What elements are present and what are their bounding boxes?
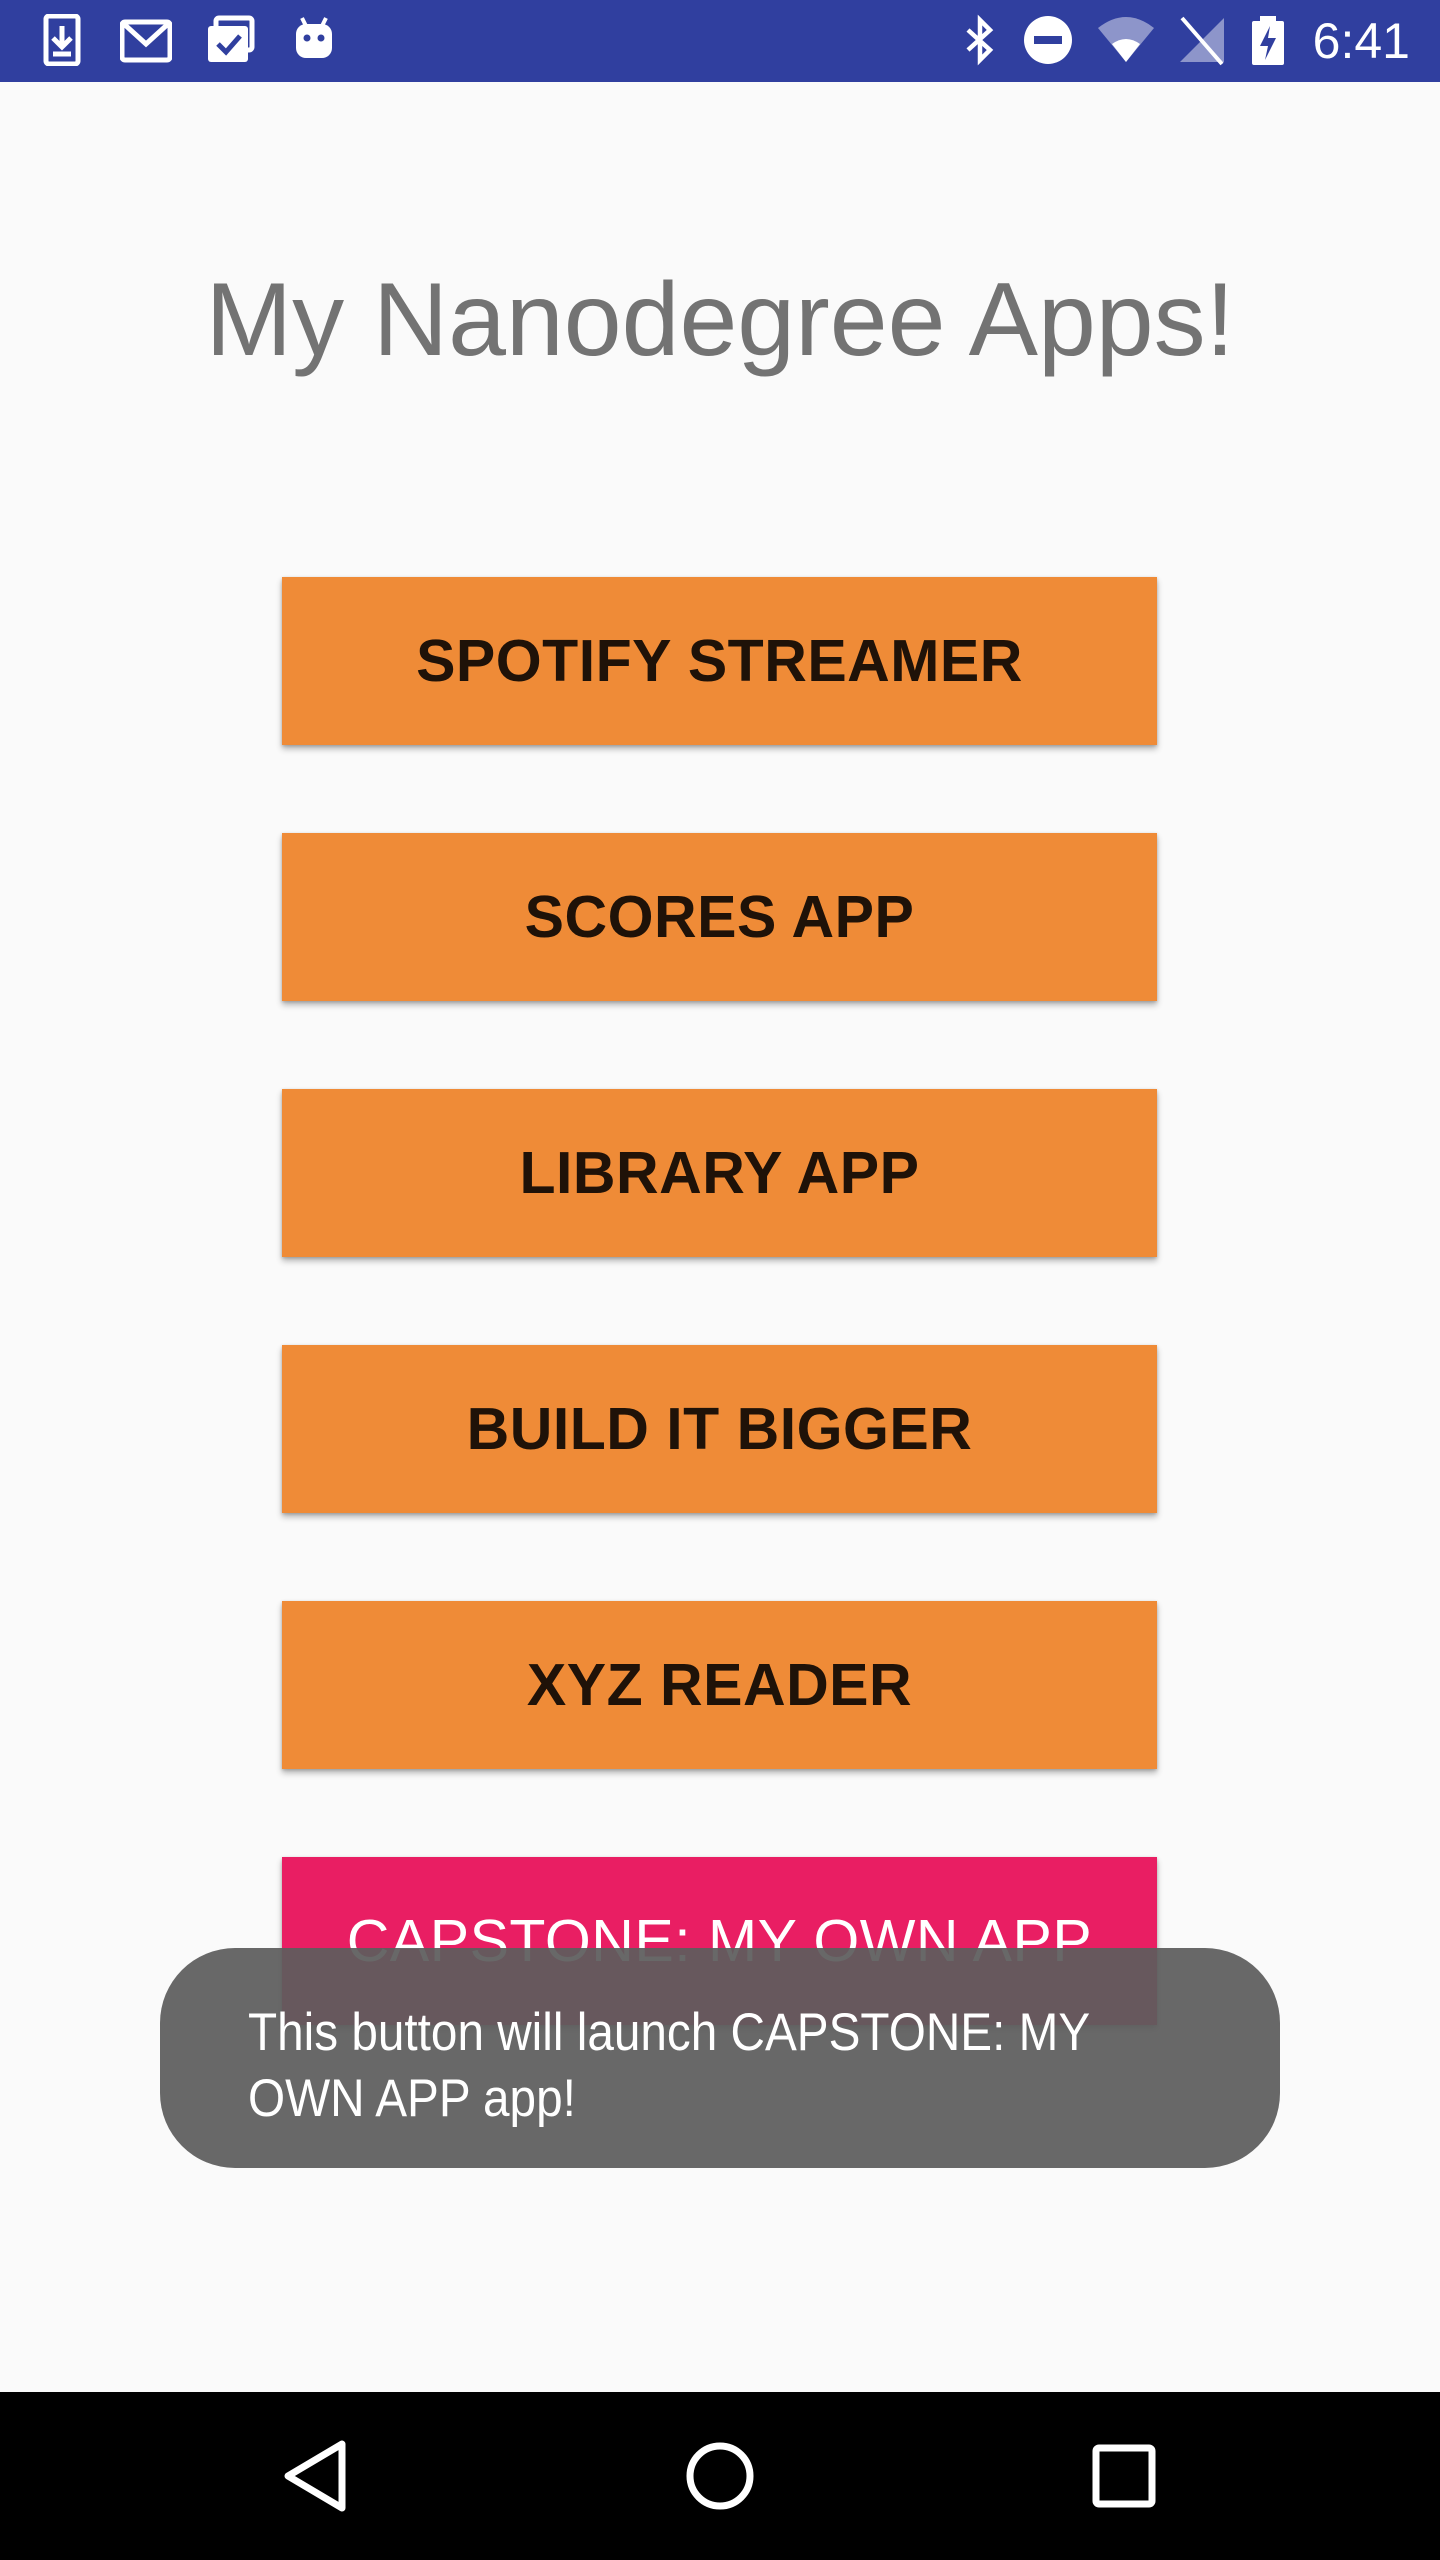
battery-charging-icon [1248,14,1288,66]
recents-icon[interactable] [1074,2426,1174,2526]
no-signal-icon [1176,14,1228,66]
xyz-reader-button[interactable]: XYZ READER [282,1601,1157,1769]
build-it-bigger-button[interactable]: BUILD IT BIGGER [282,1345,1157,1513]
bluetooth-icon [954,14,1006,66]
spotify-streamer-button[interactable]: SPOTIFY STREAMER [282,577,1157,745]
app-screen: 6:41 My Nanodegree Apps! SPOTIFY STREAME… [0,0,1440,2560]
wifi-icon [1096,14,1156,66]
library-app-button[interactable]: LIBRARY APP [282,1089,1157,1257]
status-bar: 6:41 [0,0,1440,82]
back-icon[interactable] [266,2426,366,2526]
navigation-bar [0,2392,1440,2560]
scores-app-button[interactable]: SCORES APP [282,833,1157,1001]
android-icon [288,14,340,66]
download-notification-icon [36,14,88,66]
page-title: My Nanodegree Apps! [205,262,1235,378]
home-icon[interactable] [670,2426,770,2526]
gmail-icon [120,14,172,66]
toast-message: This button will launch CAPSTONE: MY OWN… [248,2003,1090,2128]
toast: This button will launch CAPSTONE: MY OWN… [160,1948,1280,2168]
do-not-disturb-icon [1022,14,1074,66]
status-time: 6:41 [1312,13,1410,69]
task-check-icon [204,14,256,66]
